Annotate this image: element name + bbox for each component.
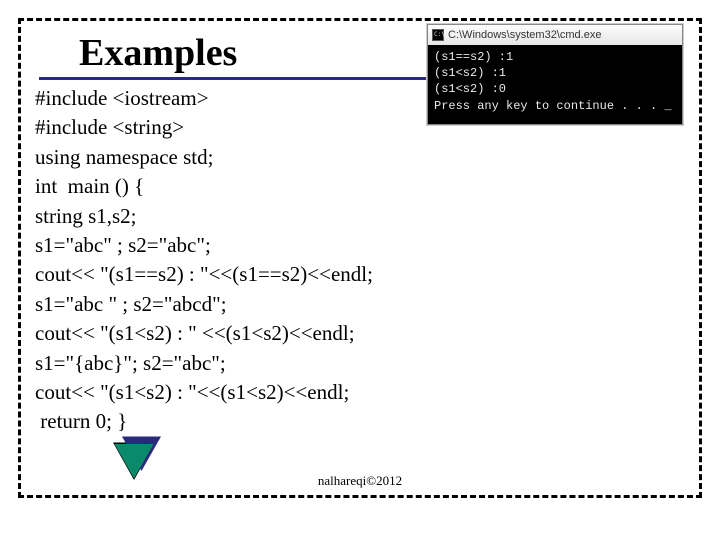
code-line: int main () {: [35, 174, 144, 198]
console-line: Press any key to continue . . . _: [434, 99, 672, 113]
code-block: #include <iostream> #include <string> us…: [35, 84, 685, 437]
console-line: (s1<s2) :0: [434, 82, 506, 96]
code-line: cout<< "(s1==s2) : "<<(s1==s2)<<endl;: [35, 262, 373, 286]
console-titlebar: C:\Windows\system32\cmd.exe: [428, 25, 682, 45]
console-window: C:\Windows\system32\cmd.exe (s1==s2) :1 …: [427, 24, 683, 125]
code-line: return 0; }: [35, 409, 127, 433]
console-line: (s1<s2) :1: [434, 66, 506, 80]
slide-frame: Examples C:\Windows\system32\cmd.exe (s1…: [18, 18, 702, 498]
code-line: cout<< "(s1<s2) : "<<(s1<s2)<<endl;: [35, 380, 349, 404]
code-line: #include <string>: [35, 115, 184, 139]
code-line: s1="abc" ; s2="abc";: [35, 233, 211, 257]
code-line: using namespace std;: [35, 145, 213, 169]
code-line: s1="abc " ; s2="abcd";: [35, 292, 227, 316]
console-line: (s1==s2) :1: [434, 50, 513, 64]
console-title-text: C:\Windows\system32\cmd.exe: [448, 29, 601, 41]
code-line: cout<< "(s1<s2) : " <<(s1<s2)<<endl;: [35, 321, 355, 345]
code-line: string s1,s2;: [35, 204, 137, 228]
cmd-icon: [432, 29, 444, 41]
content-area: C:\Windows\system32\cmd.exe (s1==s2) :1 …: [35, 84, 685, 437]
code-line: s1="{abc}"; s2="abc";: [35, 351, 226, 375]
console-output: (s1==s2) :1 (s1<s2) :1 (s1<s2) :0 Press …: [428, 45, 682, 124]
footer-text: nalhareqi©2012: [21, 473, 699, 489]
code-line: #include <iostream>: [35, 86, 209, 110]
